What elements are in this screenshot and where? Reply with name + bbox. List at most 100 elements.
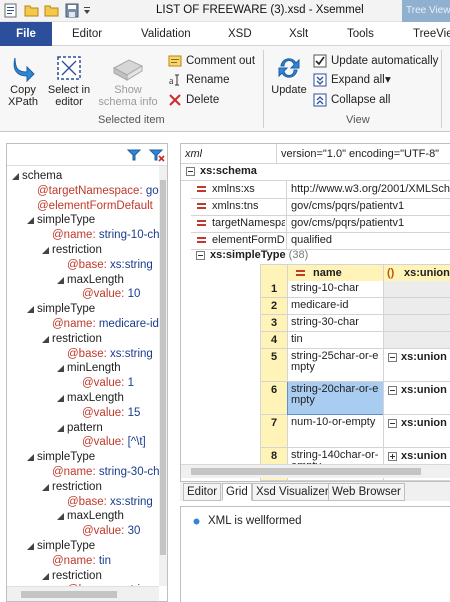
union-cell[interactable]: [383, 332, 450, 349]
update-button[interactable]: Update: [268, 54, 310, 96]
tab-web-browser[interactable]: Web Browser: [328, 483, 405, 501]
tree-node[interactable]: restriction: [7, 332, 159, 347]
row-number-cell[interactable]: 3: [260, 315, 288, 332]
attribute-value-cell[interactable]: http://www.w3.org/2001/XMLSchema: [291, 182, 450, 197]
name-cell[interactable]: string-20char-or-empty: [287, 382, 384, 415]
tree-collapse-icon[interactable]: [42, 335, 49, 343]
collapse-toggle-icon[interactable]: [186, 167, 195, 176]
tree-node[interactable]: @base: xs:string: [7, 495, 159, 510]
tree-collapse-icon[interactable]: [42, 572, 49, 580]
tree-collapse-icon[interactable]: [27, 543, 34, 550]
union-column-header[interactable]: () xs:union: [383, 264, 450, 282]
save-icon[interactable]: [64, 3, 80, 18]
tree-node[interactable]: @value: [^\t]: [7, 435, 159, 450]
tree-node[interactable]: @name: string-30-char: [7, 465, 159, 480]
tree-node[interactable]: minLength: [7, 361, 159, 376]
tree-node[interactable]: @value: 15: [7, 406, 159, 421]
row-number-cell[interactable]: 6: [260, 382, 288, 415]
tree-collapse-icon[interactable]: [42, 247, 49, 254]
schema-element-label[interactable]: xs:schema: [200, 164, 257, 179]
row-number-cell[interactable]: 2: [260, 298, 288, 315]
tab-validation[interactable]: Validation: [141, 22, 191, 46]
xml-file-icon[interactable]: [3, 3, 19, 18]
collapse-toggle-icon[interactable]: [196, 251, 205, 260]
tree-node[interactable]: @base: xs:string: [7, 258, 159, 273]
delete-button[interactable]: Delete: [168, 91, 228, 109]
union-cell[interactable]: [383, 315, 450, 332]
tree-collapse-icon[interactable]: [12, 173, 19, 180]
tree-node[interactable]: restriction: [7, 480, 159, 495]
tree-node[interactable]: simpleType: [7, 450, 159, 465]
union-cell[interactable]: xs:union: [383, 349, 450, 382]
tree-collapse-icon[interactable]: [42, 483, 49, 491]
tree-node[interactable]: @value: 1: [7, 376, 159, 391]
tree-node[interactable]: schema: [7, 169, 159, 184]
scrollbar-thumb[interactable]: [191, 468, 421, 475]
tab-tools[interactable]: Tools: [347, 22, 374, 46]
tree-node[interactable]: @name: medicare-id: [7, 317, 159, 332]
tree-node[interactable]: @value: 30: [7, 524, 159, 539]
tree-collapse-icon[interactable]: [57, 513, 64, 521]
table-row[interactable]: 7 num-10-or-empty xs:union: [260, 415, 450, 448]
table-row[interactable]: 6 string-20char-or-empty xs:union: [260, 382, 450, 415]
union-cell[interactable]: xs:union: [383, 415, 450, 448]
name-cell[interactable]: tin: [287, 332, 384, 349]
tree-node[interactable]: simpleType: [7, 539, 159, 554]
table-row[interactable]: 2 medicare-id: [260, 298, 450, 315]
tree-node[interactable]: simpleType: [7, 302, 159, 317]
name-cell[interactable]: num-10-or-empty: [287, 415, 384, 448]
tree-collapse-icon[interactable]: [27, 306, 34, 314]
tree-node[interactable]: @name: tin: [7, 554, 159, 569]
tab-editor-view[interactable]: Editor: [183, 483, 222, 501]
tab-file[interactable]: File: [0, 22, 52, 46]
tab-treeview[interactable]: TreeView: [413, 22, 450, 46]
tree-node[interactable]: @value: 10: [7, 287, 159, 302]
collapse-all-button[interactable]: Collapse all: [313, 91, 393, 109]
grid-horizontal-scrollbar[interactable]: [181, 464, 450, 478]
row-number-cell[interactable]: 5: [260, 349, 288, 382]
tree-horizontal-scrollbar[interactable]: [7, 586, 159, 601]
name-cell[interactable]: string-25char-or-empty: [287, 349, 384, 382]
collapse-toggle-icon[interactable]: [388, 353, 397, 362]
tree-node[interactable]: simpleType: [7, 213, 159, 228]
collapse-toggle-icon[interactable]: [388, 419, 397, 428]
attribute-name-cell[interactable]: xmlns:tns: [212, 199, 285, 214]
expand-all-dropdown-icon[interactable]: ▾: [385, 71, 391, 89]
tree-vertical-scrollbar[interactable]: [159, 166, 167, 586]
copy-xpath-button[interactable]: Copy XPath: [3, 54, 43, 108]
tree-collapse-icon[interactable]: [57, 276, 64, 284]
tab-xsd[interactable]: XSD: [228, 22, 252, 46]
tree-collapse-icon[interactable]: [57, 424, 64, 432]
tree-collapse-icon[interactable]: [27, 217, 34, 225]
table-row[interactable]: 1 string-10-char: [260, 281, 450, 298]
tree-node[interactable]: restriction: [7, 569, 159, 584]
tree-node[interactable]: @base: xs:string: [7, 347, 159, 362]
clear-filter-icon[interactable]: [149, 148, 165, 162]
union-cell[interactable]: [383, 281, 450, 298]
tree-node[interactable]: @name: string-10-char: [7, 228, 159, 243]
tree-node[interactable]: pattern: [7, 421, 159, 436]
row-number-cell[interactable]: 7: [260, 415, 288, 448]
tab-xslt[interactable]: Xslt: [289, 22, 308, 46]
union-cell[interactable]: [383, 298, 450, 315]
tree-collapse-icon[interactable]: [57, 365, 64, 373]
tab-grid-view[interactable]: Grid: [222, 483, 252, 501]
filter-icon[interactable]: [127, 148, 141, 162]
tree-collapse-icon[interactable]: [27, 454, 34, 462]
tree-node[interactable]: maxLength: [7, 391, 159, 406]
tree-node[interactable]: @elementFormDefault: [7, 199, 159, 214]
collapse-toggle-icon[interactable]: [388, 386, 397, 395]
table-row[interactable]: 4 tin: [260, 332, 450, 349]
attribute-value-cell[interactable]: gov/cms/pqrs/patientv1: [291, 216, 450, 231]
comment-out-button[interactable]: Comment out: [168, 52, 263, 70]
tree-node[interactable]: maxLength: [7, 509, 159, 524]
attribute-name-cell[interactable]: targetNamespace: [212, 216, 285, 231]
schema-tree[interactable]: schema @targetNamespace: gov/cms/pqrs/pat…: [7, 166, 159, 586]
tree-node[interactable]: maxLength: [7, 273, 159, 288]
select-in-editor-button[interactable]: Select in editor: [46, 54, 92, 108]
expand-all-button[interactable]: Expand all ▾: [313, 71, 398, 89]
name-column-header[interactable]: name: [287, 264, 384, 282]
union-cell[interactable]: xs:union: [383, 382, 450, 415]
table-row[interactable]: 5 string-25char-or-empty xs:union: [260, 349, 450, 382]
tab-editor[interactable]: Editor: [72, 22, 102, 46]
